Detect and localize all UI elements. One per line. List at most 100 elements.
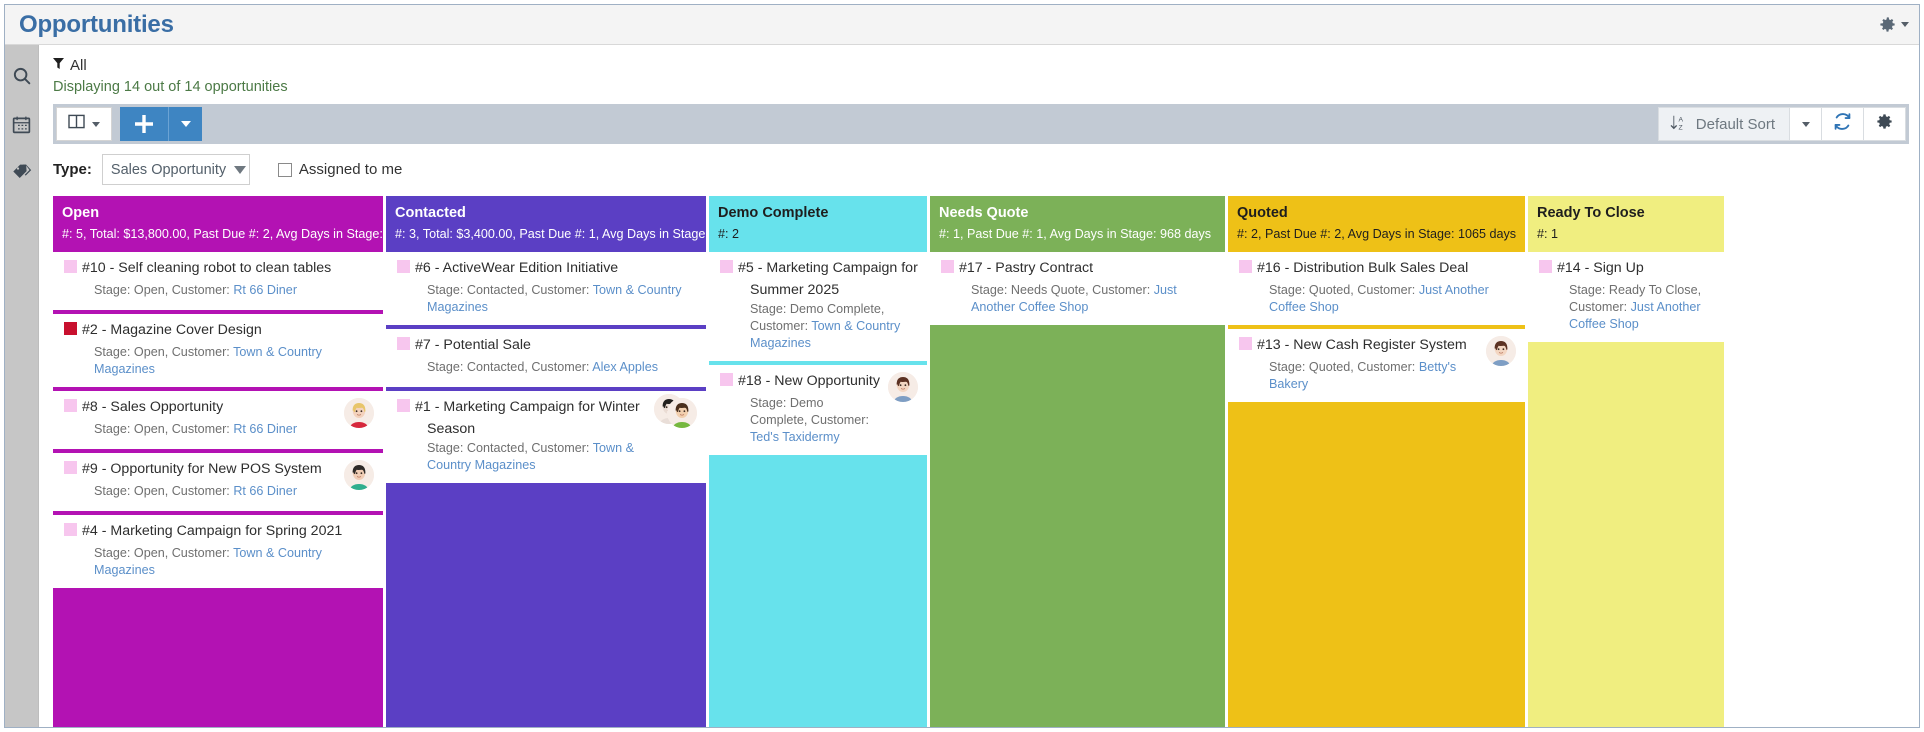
type-select[interactable]: Sales Opportunity [101, 154, 250, 185]
assigned-to-me-checkbox[interactable]: Assigned to me [277, 161, 403, 178]
customer-link[interactable]: Ted's Taxidermy [750, 430, 840, 444]
card-main: #2 - Magazine Cover Design Stage: Open, C… [60, 321, 374, 378]
color-swatch [64, 398, 77, 412]
card-title: #1 - Marketing Campaign for Winter Seaso… [393, 398, 661, 439]
card-stage-text: Stage: Quoted, Customer: [1269, 359, 1419, 374]
long-hair-woman-avatar[interactable] [888, 371, 918, 402]
opportunities-window: Opportunities All Displaying 14 out of 1… [4, 4, 1920, 728]
customer-link[interactable]: Rt 66 Diner [233, 484, 297, 498]
card-title-text: #14 - Sign Up [1557, 259, 1644, 276]
refresh-button[interactable] [1822, 107, 1864, 141]
column-header: Ready To Close #: 1 [1528, 196, 1724, 252]
column-header: Quoted #: 2, Past Due #: 2, Avg Days in S… [1228, 196, 1525, 252]
toolbar-left-group [56, 107, 202, 141]
card-subtitle: Stage: Open, Customer: Rt 66 Diner [60, 483, 338, 500]
column-card-list: #10 - Self cleaning robot to clean table… [53, 251, 383, 727]
color-swatch [64, 259, 77, 273]
kanban-column-ready-to-close: Ready To Close #: 1 #14 - Sign Up Stage: Re… [1528, 196, 1724, 727]
column-stats: #: 1, Past Due #: 1, Avg Days in Stage: … [939, 227, 1212, 242]
kanban-column-quoted: Quoted #: 2, Past Due #: 2, Avg Days in S… [1228, 196, 1525, 727]
customer-link[interactable]: Rt 66 Diner [233, 422, 297, 436]
opportunity-card[interactable]: #7 - Potential Sale Stage: Contacted, Cus… [386, 328, 706, 387]
card-main: #5 - Marketing Campaign for Summer 2025 S… [716, 259, 918, 352]
card-title-text: #9 - Opportunity for New POS System [82, 460, 322, 477]
card-main: #13 - New Cash Register System Stage: Quo… [1235, 336, 1480, 393]
card-title: #9 - Opportunity for New POS System [60, 460, 338, 482]
card-stage-text: Stage: Open, Customer: [94, 483, 234, 498]
column-header: Contacted #: 3, Total: $3,400.00, Past Du… [386, 196, 764, 252]
card-main: #16 - Distribution Bulk Sales Deal Stage:… [1235, 259, 1516, 316]
color-swatch [64, 460, 77, 474]
board-settings-button[interactable] [1864, 107, 1906, 141]
calendar-icon[interactable] [9, 111, 35, 137]
card-title-text: #8 - Sales Opportunity [82, 398, 224, 415]
opportunity-card[interactable]: #14 - Sign Up Stage: Ready To Close, Cust… [1528, 251, 1724, 343]
customer-link[interactable]: Rt 66 Diner [233, 283, 297, 297]
card-avatars [654, 393, 697, 474]
sort-label: Default Sort [1695, 115, 1775, 133]
card-stage-text: Stage: Needs Quote, Customer: [971, 282, 1154, 297]
color-swatch [397, 259, 410, 273]
long-hair-woman-avatar[interactable] [1486, 335, 1516, 366]
tag-icon[interactable] [9, 159, 35, 185]
blonde-woman-avatar[interactable] [344, 397, 374, 428]
opportunity-card[interactable]: #13 - New Cash Register System Stage: Quo… [1228, 328, 1525, 403]
opportunity-card[interactable]: #1 - Marketing Campaign for Winter Seaso… [386, 390, 706, 483]
card-subtitle: Stage: Quoted, Customer: Just Another Co… [1235, 282, 1516, 316]
color-swatch [1239, 336, 1252, 350]
add-button[interactable] [120, 107, 168, 141]
card-stage-text: Stage: Open, Customer: [94, 282, 234, 297]
opportunity-card[interactable]: #2 - Magazine Cover Design Stage: Open, C… [53, 313, 383, 387]
svg-text:Z: Z [1678, 124, 1682, 131]
opportunity-card[interactable]: #8 - Sales Opportunity Stage: Open, Custo… [53, 390, 383, 449]
card-stage-text: Stage: Open, Customer: [94, 344, 234, 359]
column-header: Demo Complete #: 2 [709, 196, 927, 252]
opportunity-card[interactable]: #9 - Opportunity for New POS System Stage… [53, 452, 383, 511]
opportunity-card[interactable]: #4 - Marketing Campaign for Spring 2021 S… [53, 514, 383, 589]
card-title-text: #7 - Potential Sale [415, 336, 531, 353]
add-options-button[interactable] [168, 107, 202, 141]
color-swatch [397, 336, 410, 350]
card-subtitle: Stage: Open, Customer: Rt 66 Diner [60, 421, 338, 438]
opportunity-card[interactable]: #5 - Marketing Campaign for Summer 2025 S… [709, 251, 927, 361]
opportunity-card[interactable]: #10 - Self cleaning robot to clean table… [53, 251, 383, 310]
svg-text:A: A [1678, 116, 1683, 123]
opportunity-card[interactable]: #18 - New Opportunity Stage: Demo Complet… [709, 364, 927, 456]
card-title-text: #4 - Marketing Campaign for Spring 2021 [82, 522, 343, 539]
sort-options-button[interactable] [1790, 107, 1822, 141]
card-title-text: #16 - Distribution Bulk Sales Deal [1257, 259, 1469, 276]
window-settings-button[interactable] [1878, 15, 1909, 34]
column-header: Open #: 5, Total: $13,800.00, Past Due #:… [53, 196, 445, 252]
card-title-text: #2 - Magazine Cover Design [82, 321, 262, 338]
opportunity-card[interactable]: #17 - Pastry Contract Stage: Needs Quote,… [930, 251, 1225, 325]
opportunity-card[interactable]: #16 - Distribution Bulk Sales Deal Stage:… [1228, 251, 1525, 325]
card-avatars [340, 397, 374, 440]
card-title-text: #1 - Marketing Campaign for Winter Seaso… [415, 398, 640, 437]
card-subtitle: Stage: Contacted, Customer: Alex Apples [393, 359, 697, 376]
dark-hair-woman-avatar[interactable] [344, 459, 374, 490]
opportunity-card[interactable]: #6 - ActiveWear Edition Initiative Stage:… [386, 251, 706, 325]
filter-bar[interactable]: All [39, 45, 1919, 74]
column-card-list: #5 - Marketing Campaign for Summer 2025 S… [709, 251, 927, 727]
card-main: #18 - New Opportunity Stage: Demo Complet… [716, 372, 882, 446]
card-main: #6 - ActiveWear Edition Initiative Stage:… [393, 259, 697, 316]
color-swatch [720, 259, 733, 273]
search-icon[interactable] [9, 63, 35, 89]
customer-link[interactable]: Alex Apples [592, 360, 658, 374]
chevron-down-icon [1801, 121, 1810, 127]
card-main: #9 - Opportunity for New POS System Stage… [60, 460, 338, 502]
view-layout-button[interactable] [56, 107, 112, 141]
card-title: #18 - New Opportunity [716, 372, 882, 394]
card-subtitle: Stage: Open, Customer: Town & Country Ma… [60, 344, 374, 378]
card-subtitle: Stage: Quoted, Customer: Betty's Bakery [1235, 359, 1480, 393]
column-title: Ready To Close [1537, 205, 1645, 221]
column-stats: #: 3, Total: $3,400.00, Past Due #: 1, A… [395, 227, 764, 242]
card-stage-text: Stage: Demo Complete, Customer: [750, 395, 869, 427]
green-shirt-man-avatar[interactable] [667, 397, 697, 428]
body-row: All Displaying 14 out of 14 opportunitie… [5, 45, 1919, 727]
card-subtitle: Stage: Open, Customer: Town & Country Ma… [60, 545, 374, 579]
assigned-to-me-label: Assigned to me [298, 161, 403, 178]
toolbar: A Z Default Sort [53, 104, 1909, 144]
card-title-text: #5 - Marketing Campaign for Summer 2025 [738, 259, 918, 298]
sort-button[interactable]: A Z Default Sort [1657, 107, 1790, 141]
